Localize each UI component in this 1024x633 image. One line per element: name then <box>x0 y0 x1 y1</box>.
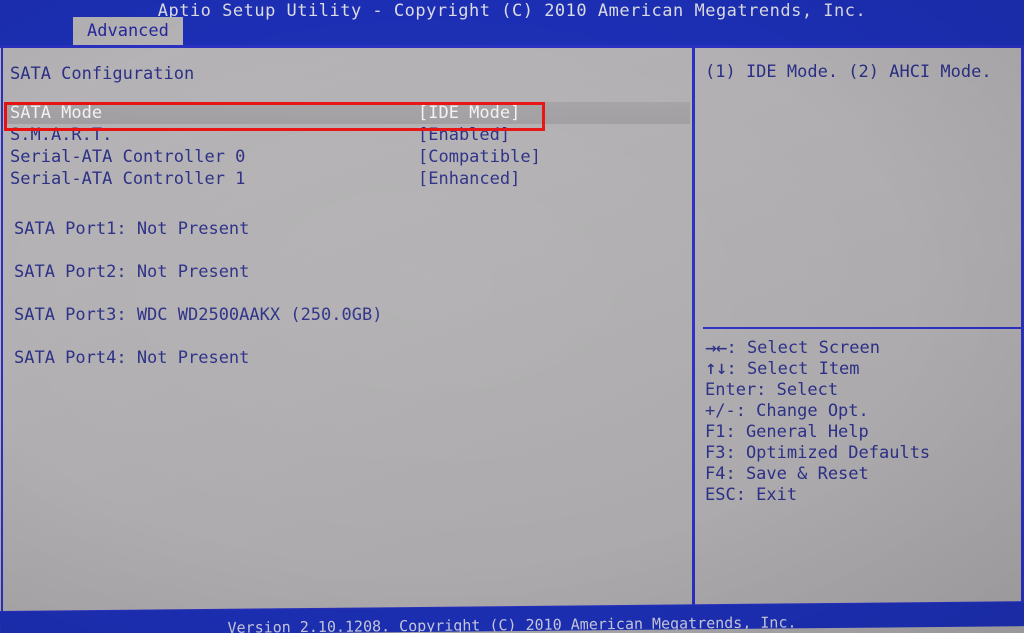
settings-panel: SATA Configuration SATA Mode [IDE Mode] S.… <box>4 50 690 610</box>
sata-port-row-3: SATA Port4: Not Present <box>4 345 690 388</box>
key-legend-row-5: F3: Optimized Defaults <box>697 443 1021 464</box>
header-bar: Aptio Setup Utility - Copyright (C) 2010… <box>0 0 1024 45</box>
setting-value[interactable]: [Enhanced] <box>418 168 520 190</box>
sata-port-row-2: SATA Port3: WDC WD2500AAKX (250.0GB) <box>4 302 690 345</box>
tab-advanced[interactable]: Advanced <box>73 17 183 45</box>
key-legend-text: +/-: Change Opt. <box>705 401 869 421</box>
key-legend-text: : Select Item <box>726 359 860 379</box>
setting-row-2[interactable]: Serial-ATA Controller 0 [Compatible] <box>4 146 690 168</box>
key-legend-text: ESC: Exit <box>705 485 798 505</box>
setting-label: Serial-ATA Controller 0 <box>10 147 246 167</box>
key-legend-row-0: →←: Select Screen <box>697 338 1021 359</box>
setting-value[interactable]: [Compatible] <box>418 146 541 168</box>
help-panel: (1) IDE Mode. (2) AHCI Mode. →←: Select … <box>697 50 1021 610</box>
section-title: SATA Configuration <box>10 64 195 84</box>
sata-port-text: SATA Port1: Not Present <box>14 219 250 239</box>
sata-port-text: SATA Port4: Not Present <box>14 348 250 368</box>
help-separator <box>703 327 1021 329</box>
key-legend-row-1: ↑↓: Select Item <box>697 359 1021 380</box>
bios-setup-screen: Aptio Setup Utility - Copyright (C) 2010… <box>0 0 1024 633</box>
setting-label: Serial-ATA Controller 1 <box>10 169 246 189</box>
setting-row-1[interactable]: S.M.A.R.T. [Enabled] <box>4 124 690 146</box>
sata-port-info-list: SATA Port1: Not Present SATA Port2: Not P… <box>4 216 690 388</box>
arrow-keys-icon: ↑↓ <box>705 362 727 378</box>
key-legend-row-4: F1: General Help <box>697 422 1021 443</box>
key-legend-text: F4: Save & Reset <box>705 464 869 484</box>
setting-value[interactable]: [Enabled] <box>418 124 510 146</box>
setting-value[interactable]: [IDE Mode] <box>418 102 520 124</box>
header-underline <box>0 45 1024 48</box>
key-legend-row-6: F4: Save & Reset <box>697 464 1021 485</box>
help-text: (1) IDE Mode. (2) AHCI Mode. <box>705 62 992 82</box>
key-legend-list: →←: Select Screen ↑↓: Select Item Enter: S… <box>697 338 1021 506</box>
setting-label: SATA Mode <box>10 103 103 123</box>
sata-port-text: SATA Port2: Not Present <box>14 262 250 282</box>
key-legend-text: F3: Optimized Defaults <box>705 443 931 463</box>
key-legend-text: Enter: Select <box>705 380 839 400</box>
sata-port-text: SATA Port3: WDC WD2500AAKX (250.0GB) <box>14 305 383 325</box>
key-legend-row-2: Enter: Select <box>697 380 1021 401</box>
tab-strip: Advanced <box>0 17 1024 45</box>
sata-port-row-1: SATA Port2: Not Present <box>4 259 690 302</box>
setting-row-0[interactable]: SATA Mode [IDE Mode] <box>4 102 690 124</box>
arrow-keys-icon: →← <box>705 341 727 357</box>
frame-left-border <box>1 48 3 613</box>
key-legend-row-3: +/-: Change Opt. <box>697 401 1021 422</box>
setting-label: S.M.A.R.T. <box>10 125 113 145</box>
sata-port-row-0: SATA Port1: Not Present <box>4 216 690 259</box>
key-legend-text: : Select Screen <box>726 338 880 358</box>
setting-row-3[interactable]: Serial-ATA Controller 1 [Enhanced] <box>4 168 690 190</box>
key-legend-text: F1: General Help <box>705 422 869 442</box>
key-legend-row-7: ESC: Exit <box>697 485 1021 506</box>
footer-version-text: Version 2.10.1208. Copyright (C) 2010 Am… <box>227 613 797 633</box>
settings-option-list: SATA Mode [IDE Mode] S.M.A.R.T. [Enabled] Se… <box>4 102 690 190</box>
panel-divider <box>692 48 695 613</box>
